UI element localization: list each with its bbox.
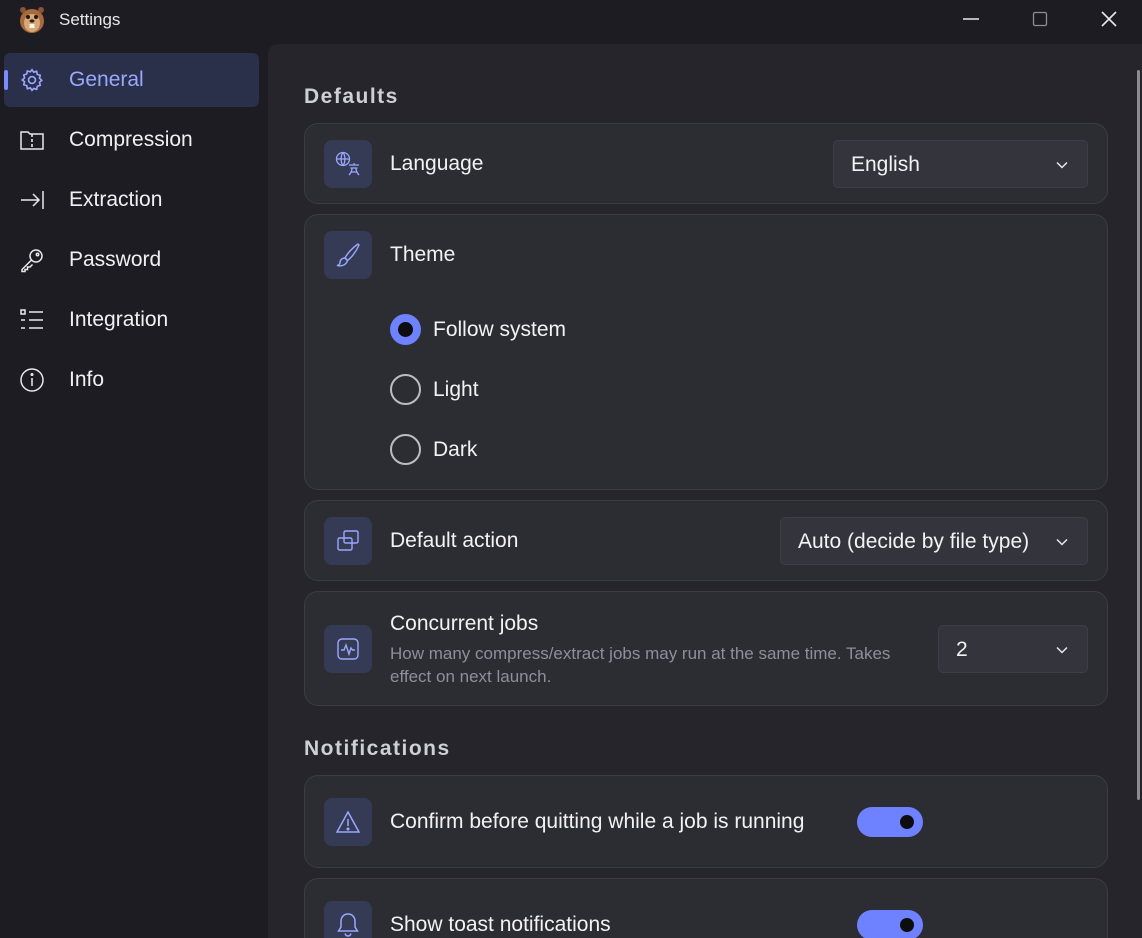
info-icon <box>18 367 46 393</box>
window-title: Settings <box>59 10 121 29</box>
title-bar: Settings <box>0 0 1142 44</box>
concurrent-jobs-description: How many compress/extract jobs may run a… <box>390 644 891 686</box>
sidebar-item-extraction[interactable]: Extraction <box>4 173 259 227</box>
brush-icon <box>324 231 372 279</box>
concurrent-jobs-card: Concurrent jobs How many compress/extrac… <box>304 591 1108 706</box>
app-logo-icon <box>18 4 46 34</box>
maximize-button[interactable] <box>1005 0 1074 38</box>
sidebar-item-label: Integration <box>69 308 169 331</box>
minimize-button[interactable] <box>936 0 1005 38</box>
settings-content: Defaults Language English Theme Follow s <box>268 44 1142 938</box>
sidebar-item-label: Compression <box>69 128 193 151</box>
toast-notifications-toggle[interactable] <box>857 910 923 938</box>
sidebar-item-info[interactable]: Info <box>4 353 259 407</box>
translate-icon <box>324 140 372 188</box>
sidebar-item-integration[interactable]: Integration <box>4 293 259 347</box>
toast-notifications-label: Show toast notifications <box>390 913 611 936</box>
confirm-quit-card: Confirm before quitting while a job is r… <box>304 775 1108 868</box>
sidebar: General Compression Extraction Password <box>0 44 268 938</box>
default-action-card: Default action Auto (decide by file type… <box>304 500 1108 581</box>
concurrent-jobs-value: 2 <box>956 638 968 661</box>
list-icon <box>18 307 46 333</box>
archive-icon <box>18 127 46 153</box>
active-indicator <box>4 70 8 90</box>
bell-icon <box>324 901 372 938</box>
maximize-icon <box>1032 11 1047 27</box>
sidebar-item-password[interactable]: Password <box>4 233 259 287</box>
radio-button-checked[interactable] <box>390 314 421 345</box>
chevron-down-icon <box>1056 646 1068 654</box>
gear-icon <box>18 67 46 93</box>
toggle-knob <box>900 918 914 932</box>
key-icon <box>18 247 46 273</box>
theme-label: Theme <box>390 243 456 266</box>
radio-label: Dark <box>433 438 478 461</box>
close-icon <box>1100 11 1117 27</box>
concurrent-jobs-label: Concurrent jobs <box>390 612 539 635</box>
toast-notifications-card: Show toast notifications <box>304 878 1108 938</box>
minimize-icon <box>962 18 979 20</box>
arrow-to-line-icon <box>18 187 46 213</box>
section-title-defaults: Defaults <box>304 85 399 108</box>
windows-stack-icon <box>324 517 372 565</box>
sidebar-item-compression[interactable]: Compression <box>4 113 259 167</box>
warning-icon <box>324 798 372 846</box>
sidebar-item-label: Extraction <box>69 188 163 211</box>
confirm-quit-toggle[interactable] <box>857 807 923 837</box>
confirm-quit-label: Confirm before quitting while a job is r… <box>390 810 805 833</box>
toggle-knob <box>900 815 914 829</box>
default-action-label: Default action <box>390 529 519 552</box>
chevron-down-icon <box>1056 538 1068 546</box>
language-label: Language <box>390 152 484 175</box>
activity-icon <box>324 625 372 673</box>
sidebar-item-label: Password <box>69 248 162 271</box>
sidebar-item-general[interactable]: General <box>4 53 259 107</box>
radio-button[interactable] <box>390 374 421 405</box>
radio-label: Light <box>433 378 479 401</box>
default-action-dropdown[interactable]: Auto (decide by file type) <box>780 517 1088 565</box>
default-action-value: Auto (decide by file type) <box>798 530 1030 553</box>
radio-label: Follow system <box>433 318 567 341</box>
language-value: English <box>851 153 920 176</box>
language-card: Language English <box>304 123 1108 204</box>
scrollbar[interactable] <box>1137 70 1140 800</box>
theme-card: Theme Follow system Light Dark <box>304 214 1108 490</box>
sidebar-item-label: General <box>69 68 144 91</box>
chevron-down-icon <box>1056 161 1068 169</box>
sidebar-item-label: Info <box>69 368 105 391</box>
radio-button[interactable] <box>390 434 421 465</box>
language-dropdown[interactable]: English <box>833 140 1088 188</box>
close-button[interactable] <box>1074 0 1142 38</box>
section-title-notifications: Notifications <box>304 737 451 760</box>
concurrent-jobs-dropdown[interactable]: 2 <box>938 625 1088 673</box>
